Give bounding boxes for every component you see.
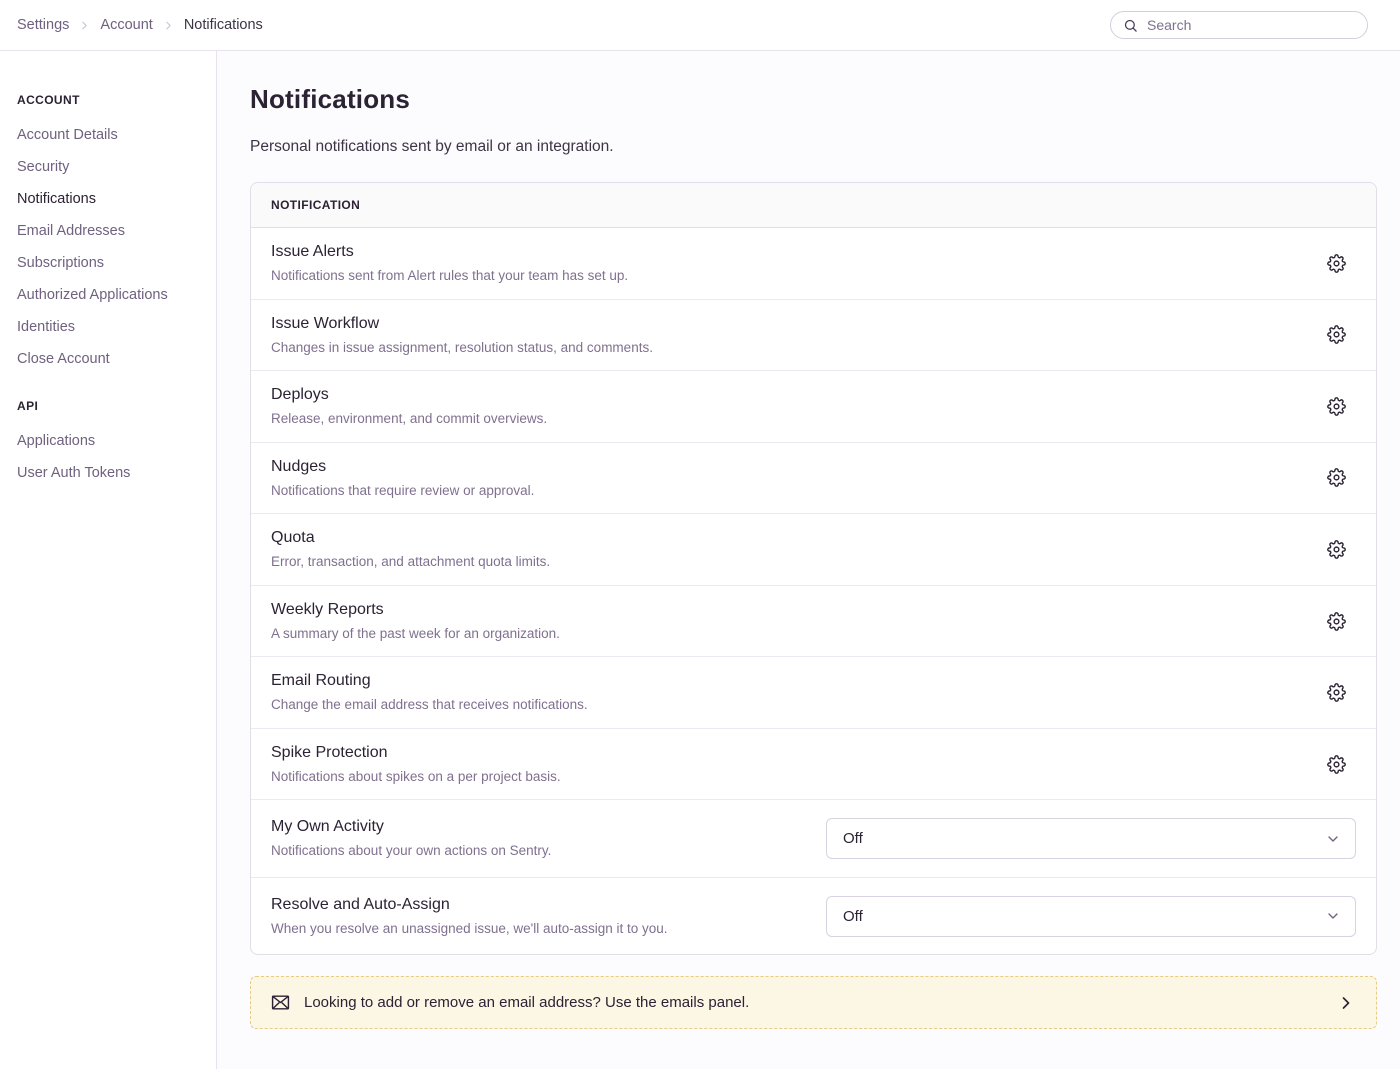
notification-row: Issue Workflow Changes in issue assignmen…	[251, 299, 1376, 371]
notification-settings-button[interactable]	[1323, 321, 1350, 348]
sidebar-item-email-addresses[interactable]: Email Addresses	[17, 215, 206, 247]
notification-row-description: Notifications sent from Alert rules that…	[271, 267, 628, 285]
notification-settings-button[interactable]	[1323, 751, 1350, 778]
notification-row-description: Notifications that require review or app…	[271, 482, 534, 500]
breadcrumb-item-account[interactable]: Account	[100, 17, 152, 33]
notification-row-title: Spike Protection	[271, 743, 561, 763]
notification-row-text: Issue Alerts Notifications sent from Aler…	[271, 242, 628, 285]
notification-row: Deploys Release, environment, and commit …	[251, 370, 1376, 442]
sidebar-section: API ApplicationsUser Auth Tokens	[17, 399, 206, 489]
notification-settings-button[interactable]	[1323, 464, 1350, 491]
settings-sidebar: ACCOUNT Account DetailsSecurityNotificati…	[0, 51, 217, 1069]
sidebar-item-identities[interactable]: Identities	[17, 311, 206, 343]
notification-row-text: Nudges Notifications that require review …	[271, 457, 534, 500]
sidebar-item-close-account[interactable]: Close Account	[17, 343, 206, 375]
breadcrumb-item-notifications[interactable]: Notifications	[184, 17, 263, 33]
page-subtitle: Personal notifications sent by email or …	[250, 138, 1377, 156]
sidebar-item-subscriptions[interactable]: Subscriptions	[17, 247, 206, 279]
gear-icon	[1327, 397, 1346, 416]
gear-icon	[1327, 540, 1346, 559]
notification-settings-button[interactable]	[1323, 536, 1350, 563]
sidebar-item-applications[interactable]: Applications	[17, 425, 206, 457]
search-icon	[1123, 18, 1138, 33]
notification-row-text: Quota Error, transaction, and attachment …	[271, 528, 550, 571]
notification-row-text: Email Routing Change the email address th…	[271, 671, 588, 714]
notification-settings-button[interactable]	[1323, 250, 1350, 277]
gear-icon	[1327, 612, 1346, 631]
select-value: Off	[843, 908, 863, 925]
notification-settings-button[interactable]	[1323, 679, 1350, 706]
sidebar-item-user-auth-tokens[interactable]: User Auth Tokens	[17, 457, 206, 489]
notification-row-title: Weekly Reports	[271, 600, 560, 620]
sidebar-item-authorized-applications[interactable]: Authorized Applications	[17, 279, 206, 311]
notification-row-title: Nudges	[271, 457, 534, 477]
notification-row-description: Error, transaction, and attachment quota…	[271, 553, 550, 571]
notification-settings-button[interactable]	[1323, 393, 1350, 420]
notification-select[interactable]: Off	[826, 896, 1356, 937]
gear-icon	[1327, 683, 1346, 702]
notification-row-description: A summary of the past week for an organi…	[271, 625, 560, 643]
notification-row-title: Issue Alerts	[271, 242, 628, 262]
notification-row-description: Notifications about spikes on a per proj…	[271, 768, 561, 786]
breadcrumb-separator-icon	[162, 19, 175, 32]
notification-row-text: My Own Activity Notifications about your …	[271, 817, 551, 860]
breadcrumb-separator-icon	[78, 19, 91, 32]
notification-row-description: Change the email address that receives n…	[271, 696, 588, 714]
search-box[interactable]	[1110, 11, 1368, 39]
settings-page: Settings Account Notifications ACCOUNT Acco…	[0, 0, 1400, 1069]
notification-row: Resolve and Auto-Assign When you resolve …	[251, 877, 1376, 955]
sidebar-section-title: API	[17, 399, 206, 413]
notification-row: Weekly Reports A summary of the past week…	[251, 585, 1376, 657]
notification-select[interactable]: Off	[826, 818, 1356, 859]
main-content: Notifications Personal notifications sen…	[217, 51, 1400, 1069]
notification-row: Email Routing Change the email address th…	[251, 656, 1376, 728]
notification-row: Issue Alerts Notifications sent from Aler…	[251, 228, 1376, 299]
sidebar-item-account-details[interactable]: Account Details	[17, 119, 206, 151]
gear-icon	[1327, 325, 1346, 344]
notification-row-text: Weekly Reports A summary of the past week…	[271, 600, 560, 643]
panel-header: NOTIFICATION	[251, 183, 1376, 228]
sidebar-item-security[interactable]: Security	[17, 151, 206, 183]
notification-row-title: My Own Activity	[271, 817, 551, 837]
notification-row: Spike Protection Notifications about spik…	[251, 728, 1376, 800]
panel-rows: Issue Alerts Notifications sent from Aler…	[251, 228, 1376, 954]
breadcrumb-item-settings[interactable]: Settings	[17, 17, 69, 33]
chevron-down-icon	[1325, 908, 1341, 924]
notification-row-description: Release, environment, and commit overvie…	[271, 410, 547, 428]
notification-row-text: Deploys Release, environment, and commit …	[271, 385, 547, 428]
gear-icon	[1327, 468, 1346, 487]
top-bar: Settings Account Notifications	[0, 0, 1400, 51]
notification-row-title: Quota	[271, 528, 550, 548]
notification-row-text: Issue Workflow Changes in issue assignmen…	[271, 314, 653, 357]
notification-row-description: Notifications about your own actions on …	[271, 842, 551, 860]
sidebar-section: ACCOUNT Account DetailsSecurityNotificati…	[17, 93, 206, 375]
select-value: Off	[843, 830, 863, 847]
notification-row-text: Resolve and Auto-Assign When you resolve …	[271, 895, 668, 938]
page-title: Notifications	[250, 84, 1377, 115]
notifications-panel: NOTIFICATION Issue Alerts Notifications s…	[250, 182, 1377, 955]
layout: ACCOUNTAccount DetailsSecurityNotificati…	[0, 51, 1400, 1069]
notification-row-text: Spike Protection Notifications about spik…	[271, 743, 561, 786]
gear-icon	[1327, 254, 1346, 273]
envelope-icon	[271, 993, 290, 1012]
banner-text: Looking to add or remove an email addres…	[304, 994, 1322, 1011]
sidebar-section-title: ACCOUNT	[17, 93, 206, 107]
gear-icon	[1327, 755, 1346, 774]
emails-panel-banner[interactable]: Looking to add or remove an email addres…	[250, 976, 1377, 1029]
notification-row-title: Issue Workflow	[271, 314, 653, 334]
notification-row-title: Email Routing	[271, 671, 588, 691]
notification-row-description: Changes in issue assignment, resolution …	[271, 339, 653, 357]
chevron-down-icon	[1325, 831, 1341, 847]
notification-settings-button[interactable]	[1323, 608, 1350, 635]
notification-row: My Own Activity Notifications about your …	[251, 799, 1376, 877]
breadcrumb: Settings Account Notifications	[17, 17, 263, 33]
notification-row-title: Resolve and Auto-Assign	[271, 895, 668, 915]
sidebar-item-notifications[interactable]: Notifications	[17, 183, 206, 215]
chevron-right-icon	[1336, 993, 1356, 1013]
search-input[interactable]	[1145, 16, 1355, 34]
notification-row: Nudges Notifications that require review …	[251, 442, 1376, 514]
notification-row-title: Deploys	[271, 385, 547, 405]
notification-row-description: When you resolve an unassigned issue, we…	[271, 920, 668, 938]
notification-row: Quota Error, transaction, and attachment …	[251, 513, 1376, 585]
